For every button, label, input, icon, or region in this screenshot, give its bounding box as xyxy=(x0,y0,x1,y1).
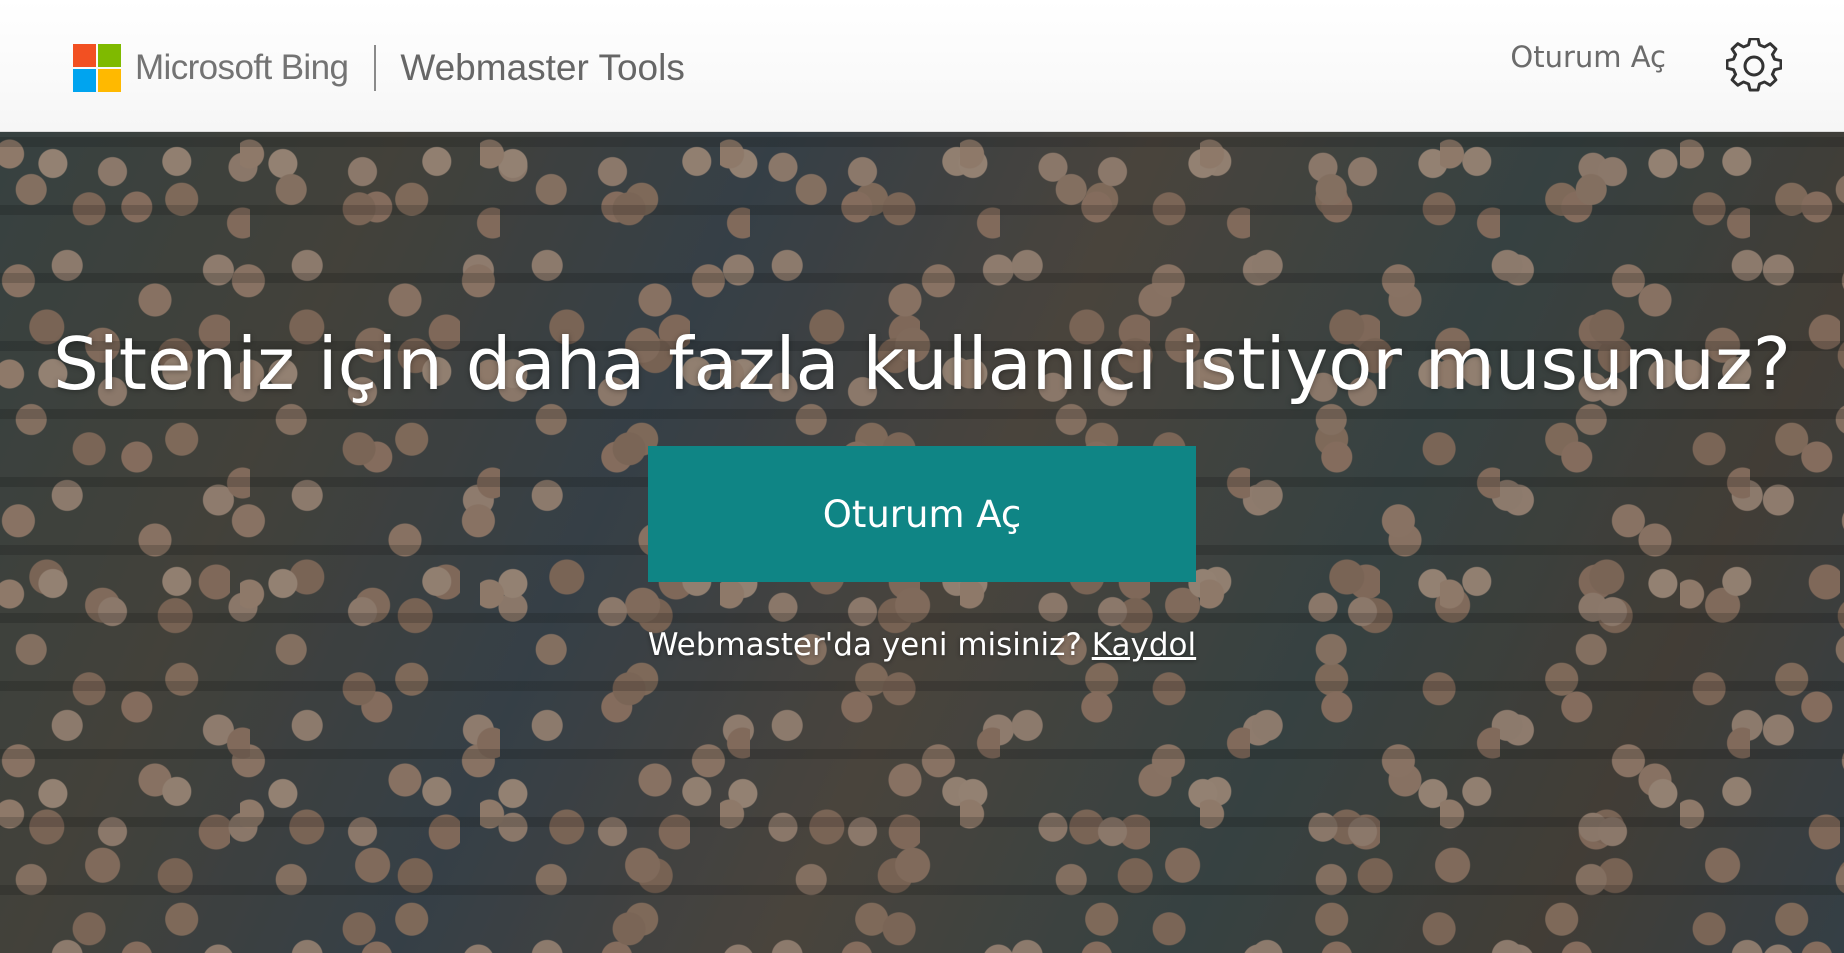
header-signin-link[interactable]: Oturum Aç xyxy=(1510,40,1666,74)
product-name: Webmaster Tools xyxy=(400,47,685,88)
signup-link[interactable]: Kaydol xyxy=(1092,627,1196,663)
logo-square-red xyxy=(73,44,96,67)
top-header: Microsoft Bing Webmaster Tools Oturum Aç xyxy=(0,0,1844,132)
hero-section: Siteniz için daha fazla kullanıcı istiyo… xyxy=(0,132,1844,953)
logo-square-yellow xyxy=(98,69,121,92)
hero-headline: Siteniz için daha fazla kullanıcı istiyo… xyxy=(53,322,1791,406)
brand-divider xyxy=(374,45,377,91)
logo-square-blue xyxy=(73,69,96,92)
brand[interactable]: Microsoft Bing Webmaster Tools xyxy=(73,44,685,92)
signup-prompt: Webmaster'da yeni misiniz? xyxy=(647,627,1082,663)
settings-button[interactable] xyxy=(1725,37,1783,94)
signin-button[interactable]: Oturum Aç xyxy=(648,446,1196,582)
brand-name: Microsoft Bing xyxy=(135,48,349,87)
signup-line: Webmaster'da yeni misiniz? Kaydol xyxy=(0,627,1844,663)
logo-square-green xyxy=(98,44,121,67)
gear-icon xyxy=(1725,37,1783,92)
microsoft-logo-icon xyxy=(73,44,121,92)
hero-content: Siteniz için daha fazla kullanıcı istiyo… xyxy=(0,132,1844,953)
